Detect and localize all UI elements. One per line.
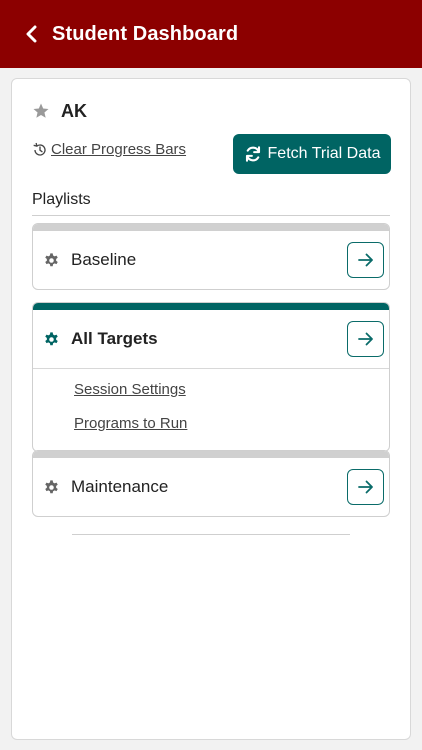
dashboard-card: AK Clear Progress Bars Fetch Trial Data … <box>11 78 411 740</box>
playlist-name: Maintenance <box>71 477 169 496</box>
open-playlist-button[interactable] <box>347 242 384 278</box>
arrow-right-icon <box>357 253 373 267</box>
open-playlist-button[interactable] <box>347 321 384 357</box>
playlist-progress-bar <box>33 303 389 310</box>
playlist-row[interactable]: Maintenance <box>33 458 389 516</box>
playlists-heading: Playlists <box>32 191 91 208</box>
playlist-row[interactable]: Baseline <box>33 231 389 289</box>
back-button[interactable] <box>22 22 42 46</box>
playlist-maintenance: Maintenance <box>32 450 390 517</box>
playlist-all-targets: All Targets Session Settings Programs to… <box>32 302 390 452</box>
gear-icon[interactable] <box>43 479 60 496</box>
arrow-right-icon <box>357 332 373 346</box>
programs-to-run-link[interactable]: Programs to Run <box>74 413 389 447</box>
page-title: Student Dashboard <box>52 22 239 45</box>
clear-progress-bars-label: Clear Progress Bars <box>51 141 187 158</box>
fetch-trial-data-button[interactable]: Fetch Trial Data <box>233 134 391 174</box>
app-header: Student Dashboard <box>0 0 422 68</box>
fetch-trial-data-label: Fetch Trial Data <box>267 145 381 162</box>
gear-icon[interactable] <box>43 331 60 348</box>
chevron-left-icon <box>26 25 37 43</box>
session-settings-link[interactable]: Session Settings <box>74 379 389 413</box>
refresh-icon <box>245 146 260 162</box>
playlist-progress-bar <box>33 224 389 231</box>
star-icon[interactable] <box>32 102 50 120</box>
playlist-sub-links: Session Settings Programs to Run <box>33 368 389 451</box>
divider <box>72 534 350 535</box>
student-row: AK <box>32 99 87 123</box>
divider <box>32 215 390 216</box>
playlist-baseline: Baseline <box>32 223 390 290</box>
clear-progress-bars-link[interactable]: Clear Progress Bars <box>32 141 186 158</box>
playlist-row[interactable]: All Targets <box>33 310 389 368</box>
playlist-name: All Targets <box>71 329 158 348</box>
arrow-right-icon <box>357 480 373 494</box>
student-initials: AK <box>61 100 87 121</box>
history-icon <box>33 142 46 156</box>
playlist-name: Baseline <box>71 250 137 269</box>
gear-icon[interactable] <box>43 252 60 269</box>
playlist-progress-bar <box>33 451 389 458</box>
open-playlist-button[interactable] <box>347 469 384 505</box>
